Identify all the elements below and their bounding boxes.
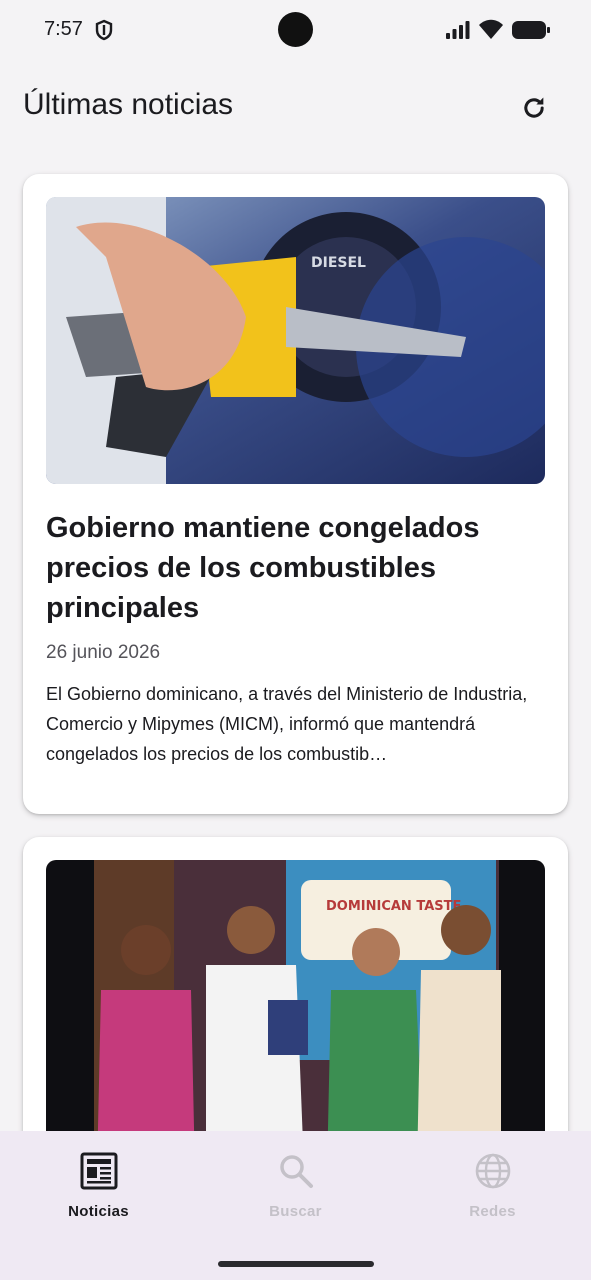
page-title: Últimas noticias <box>23 88 234 121</box>
refresh-icon <box>524 97 544 118</box>
nav-item-noticias[interactable]: Noticias <box>0 1131 197 1241</box>
newspaper-icon <box>80 1152 117 1190</box>
search-icon <box>279 1155 313 1188</box>
globe-icon <box>475 1153 510 1189</box>
status-bar: 7:57 <box>0 0 591 60</box>
article-image-fuel: DIESEL <box>46 197 545 484</box>
event-banner-text: DOMINICAN TASTE <box>326 899 461 914</box>
bottom-navigation: Noticias Buscar Redes <box>0 1131 591 1280</box>
signal-icon <box>446 21 470 39</box>
nav-label: Buscar <box>269 1203 322 1220</box>
nav-item-buscar[interactable]: Buscar <box>197 1131 394 1241</box>
shield-icon <box>95 19 113 41</box>
nav-label: Redes <box>469 1203 516 1220</box>
wifi-icon <box>479 19 503 39</box>
fuel-banner-text: DIESEL <box>311 255 366 271</box>
camera-cutout <box>278 12 313 47</box>
refresh-button[interactable] <box>512 86 556 130</box>
article-title: Gobierno mantiene congelados precios de … <box>46 512 480 624</box>
article-date: 26 junio 2026 <box>46 642 161 663</box>
nav-label: Noticias <box>68 1203 129 1220</box>
battery-icon <box>512 21 550 39</box>
app-bar: Últimas noticias <box>0 70 591 140</box>
status-time: 7:57 <box>44 18 83 40</box>
article-summary: El Gobierno dominicano, a través del Min… <box>46 684 528 764</box>
nav-item-redes[interactable]: Redes <box>394 1131 591 1241</box>
news-card[interactable]: DIESEL Gobierno mantiene congelados prec… <box>23 174 568 814</box>
home-indicator <box>218 1261 374 1267</box>
